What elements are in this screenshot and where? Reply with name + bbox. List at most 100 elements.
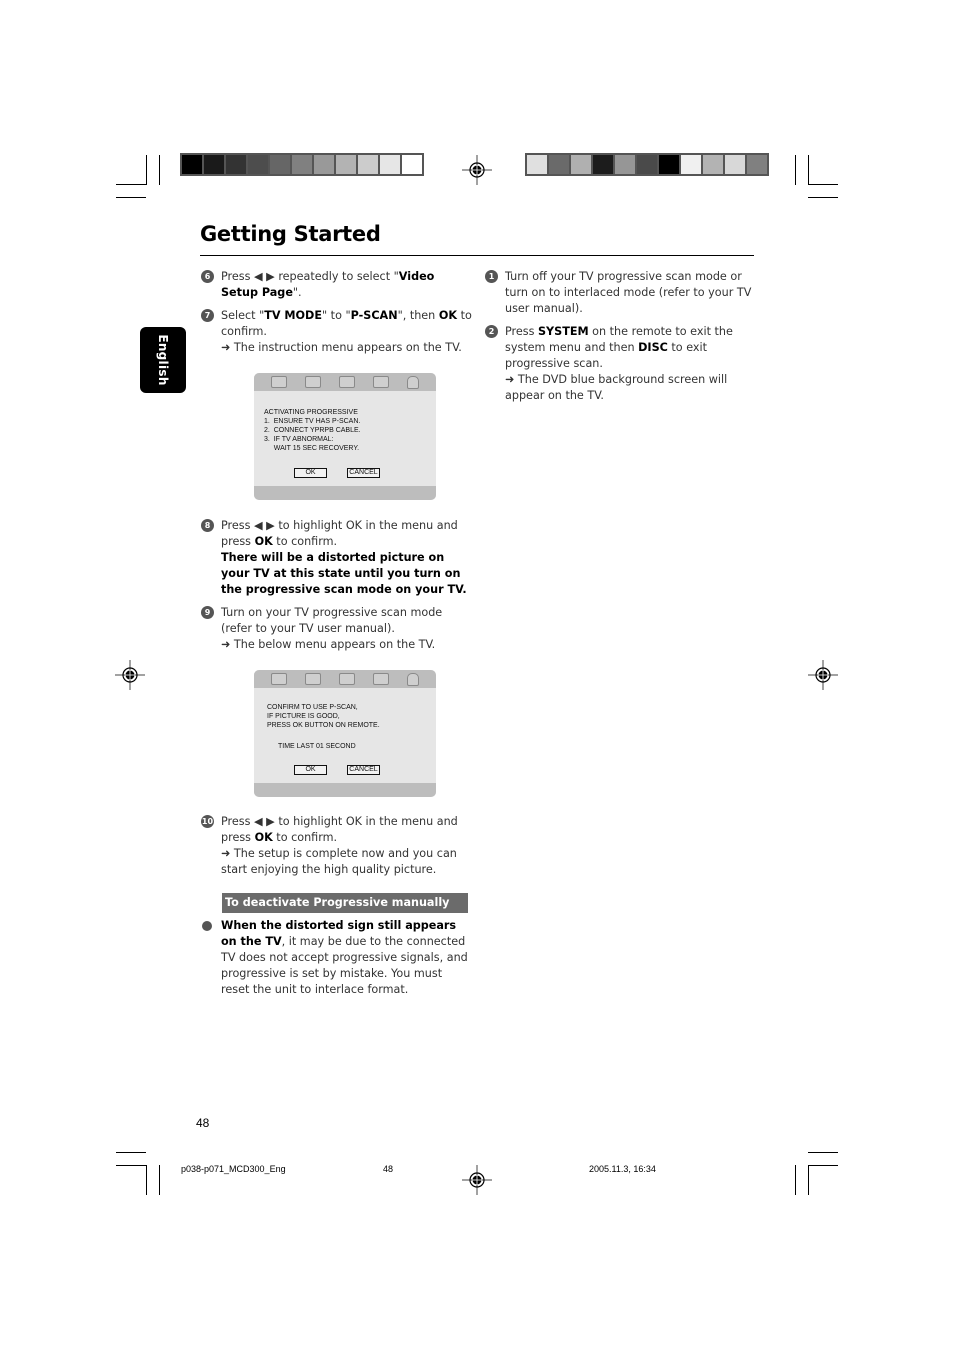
preference-icon (373, 376, 389, 388)
tv-menu-icon-bar (254, 670, 436, 688)
color-swatch (659, 155, 679, 174)
language-label: English (156, 334, 170, 386)
step-number-icon: 6 (201, 270, 214, 283)
text: to confirm. (272, 535, 338, 548)
crop-mark (808, 184, 838, 185)
step-result: ➜ The DVD blue background screen will ap… (505, 373, 728, 402)
crop-mark (116, 197, 146, 198)
password-lock-icon (407, 375, 419, 389)
color-swatch (380, 155, 400, 174)
text: Turn on your TV progressive scan mode (r… (221, 606, 443, 635)
color-swatch (703, 155, 723, 174)
color-swatch (336, 155, 356, 174)
crop-mark (808, 197, 838, 198)
registration-target-icon (115, 660, 145, 690)
tv-menu-message: CONFIRM TO USE P-SCAN, IF PICTURE IS GOO… (267, 704, 380, 729)
color-swatch (747, 155, 767, 174)
text: " to " (321, 309, 351, 322)
color-swatch (292, 155, 312, 174)
left-column: 6 Press ◀ ▶ repeatedly to select "Video S… (201, 269, 473, 356)
page-number: 48 (196, 1116, 210, 1130)
step-text: Press ◀ ▶ repeatedly to select "Video Se… (221, 269, 473, 301)
color-swatch (681, 155, 701, 174)
step-text: Turn off your TV progressive scan mode o… (505, 269, 760, 317)
step-text: Press SYSTEM on the remote to exit the s… (505, 324, 760, 372)
page-title: Getting Started (200, 222, 381, 246)
crop-mark (808, 1152, 838, 1153)
crop-mark (808, 1165, 838, 1166)
text: ", then (397, 309, 439, 322)
general-setup-icon (271, 673, 287, 685)
registration-target-icon (462, 1165, 492, 1195)
step-8: 8 Press ◀ ▶ to highlight OK in the menu a… (201, 518, 473, 598)
left-column-bottom: 10 Press ◀ ▶ to highlight OK in the menu … (201, 814, 473, 878)
crop-mark (159, 1165, 160, 1195)
tv-menu-icon-bar (254, 373, 436, 391)
crop-mark (116, 1165, 146, 1166)
crop-mark (146, 155, 147, 185)
tv-cancel-button: CANCEL (347, 765, 380, 775)
crop-mark (808, 1165, 809, 1195)
emphasis: TV MODE (264, 309, 322, 322)
footer-filename: p038-p071_MCD300_Eng (181, 1164, 286, 1174)
tv-menu-timer: TIME LAST 01 SECOND (278, 743, 356, 750)
step-result: ➜ The instruction menu appears on the TV… (221, 341, 462, 354)
audio-setup-icon (305, 376, 321, 388)
color-swatch (182, 155, 202, 174)
crop-mark (808, 155, 809, 185)
tv-ok-button: OK (294, 765, 327, 775)
tv-cancel-button: CANCEL (347, 468, 380, 478)
color-swatch (248, 155, 268, 174)
bullet-item: When the distorted sign still appears on… (201, 918, 473, 998)
color-swatch (637, 155, 657, 174)
step-number-icon: 10 (201, 815, 214, 828)
step-result: ➜ The below menu appears on the TV. (221, 638, 436, 651)
right-column: 1 Turn off your TV progressive scan mode … (485, 269, 760, 404)
step-1: 1 Turn off your TV progressive scan mode … (485, 269, 760, 317)
tv-menu-message: ACTIVATING PROGRESSIVE 1. ENSURE TV HAS … (264, 409, 361, 452)
color-swatch (571, 155, 591, 174)
text: to confirm. (272, 831, 338, 844)
step-number-icon: 1 (485, 270, 498, 283)
emphasis: DISC (638, 341, 668, 354)
registration-target-icon (808, 660, 838, 690)
general-setup-icon (271, 376, 287, 388)
step-7: 7 Select "TV MODE" to "P-SCAN", then OK t… (201, 308, 473, 356)
step-6: 6 Press ◀ ▶ repeatedly to select "Video S… (201, 269, 473, 301)
step-2: 2 Press SYSTEM on the remote to exit the … (485, 324, 760, 404)
tv-menu-confirm-pscan: CONFIRM TO USE P-SCAN, IF PICTURE IS GOO… (254, 670, 436, 797)
crop-mark (795, 1165, 796, 1195)
registration-target-icon (462, 155, 492, 185)
crop-mark (116, 1152, 146, 1153)
step-9: 9 Turn on your TV progressive scan mode (… (201, 605, 473, 653)
color-swatch (593, 155, 613, 174)
video-setup-icon (339, 376, 355, 388)
step-number-icon: 2 (485, 325, 498, 338)
color-swatch (204, 155, 224, 174)
tv-menu-activating-progressive: ACTIVATING PROGRESSIVE 1. ENSURE TV HAS … (254, 373, 436, 500)
left-column-mid: 8 Press ◀ ▶ to highlight OK in the menu a… (201, 518, 473, 653)
step-text: Turn on your TV progressive scan mode (r… (221, 605, 473, 637)
text: Press ◀ ▶ repeatedly to select " (221, 270, 399, 283)
color-swatch (314, 155, 334, 174)
color-swatch (402, 155, 422, 174)
step-number-icon: 7 (201, 309, 214, 322)
tv-menu-footer (254, 486, 436, 500)
emphasis: OK (254, 535, 273, 548)
step-number-icon: 9 (201, 606, 214, 619)
crop-mark (116, 184, 146, 185)
tv-ok-button: OK (294, 468, 327, 478)
warning-note: There will be a distorted picture on you… (221, 551, 467, 596)
footer-timestamp: 2005.11.3, 16:34 (589, 1164, 656, 1174)
color-swatch (549, 155, 569, 174)
step-text: Select "TV MODE" to "P-SCAN", then OK to… (221, 308, 473, 340)
color-swatch (725, 155, 745, 174)
tv-menu-footer (254, 783, 436, 797)
crop-mark (159, 155, 160, 185)
audio-setup-icon (305, 673, 321, 685)
emphasis: OK (254, 831, 273, 844)
text: ". (292, 286, 302, 299)
step-10: 10 Press ◀ ▶ to highlight OK in the menu … (201, 814, 473, 878)
language-tab: English (140, 327, 186, 393)
text: Turn off your TV progressive scan mode o… (505, 270, 752, 315)
